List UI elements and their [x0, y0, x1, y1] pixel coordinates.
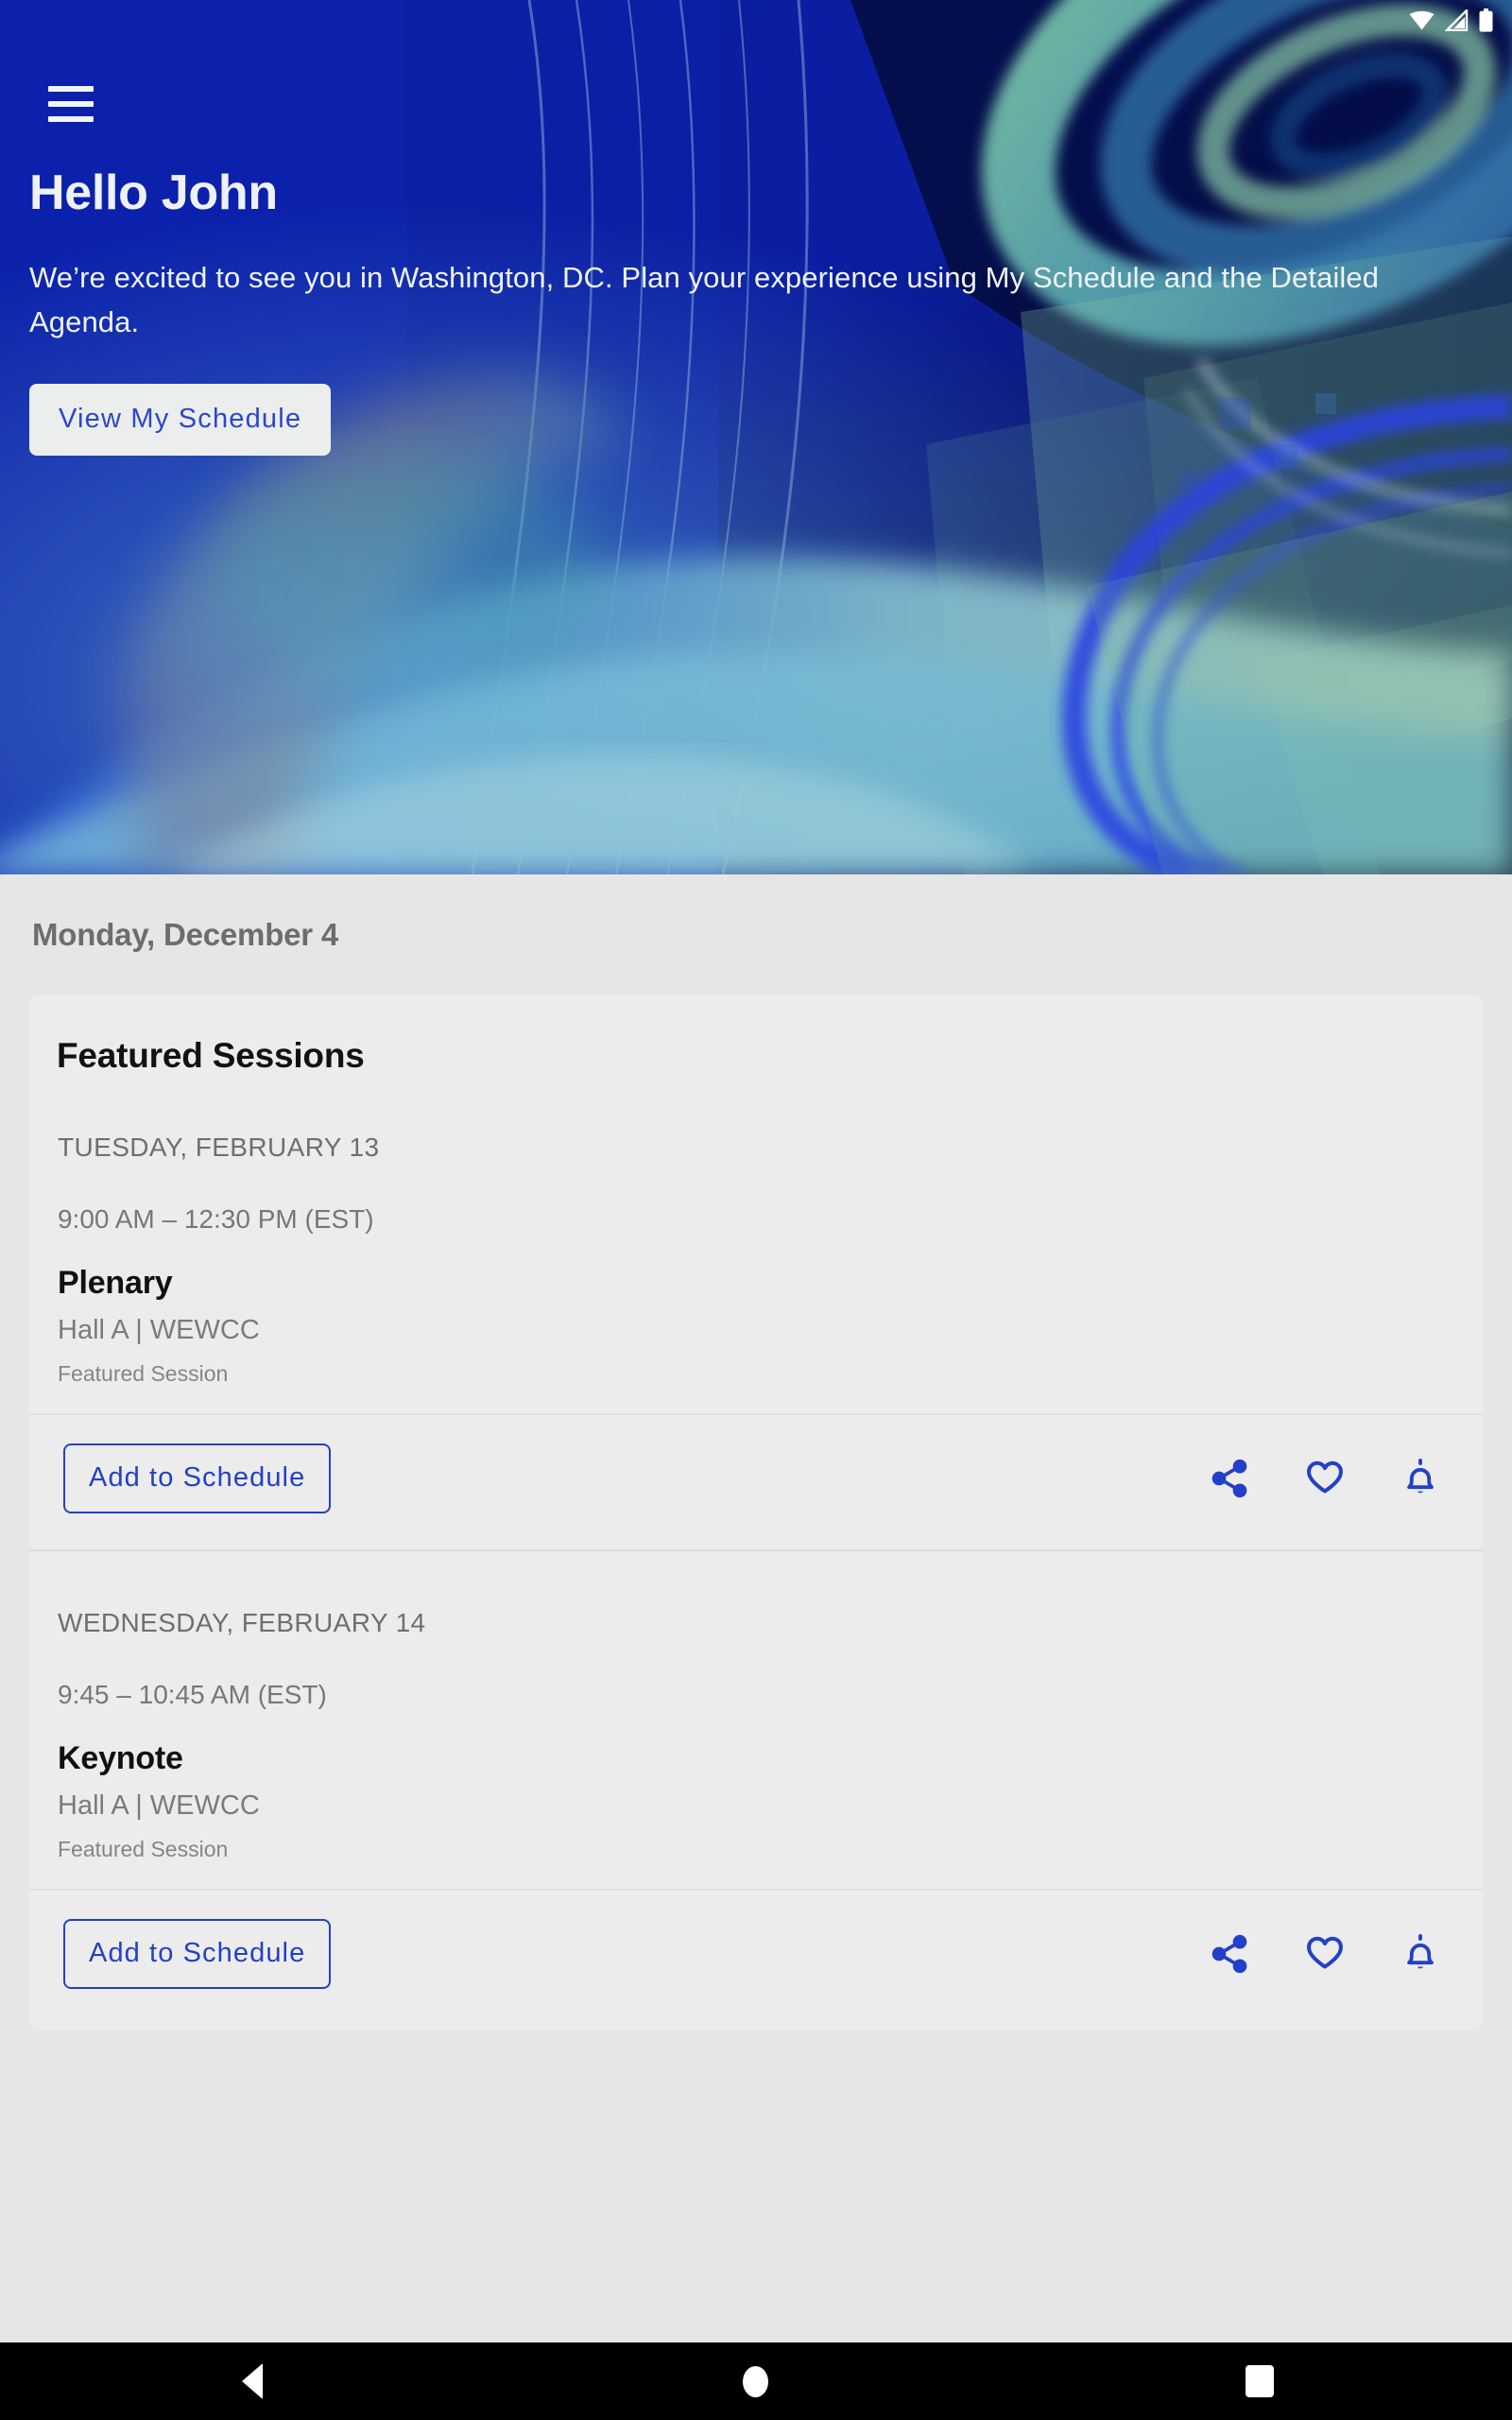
hamburger-line	[48, 116, 94, 122]
share-icon[interactable]	[1209, 1933, 1250, 1975]
main-content: Monday, December 4 Featured Sessions TUE…	[0, 874, 1512, 2342]
recents-square-icon[interactable]	[1203, 2342, 1316, 2420]
session-day-label: WEDNESDAY, FEBRUARY 14	[58, 1608, 426, 1637]
session-actions: Add to Schedule	[29, 1891, 1483, 1989]
battery-icon	[1479, 8, 1493, 32]
session-item[interactable]: TUESDAY, FEBRUARY 13 9:00 AM – 12:30 PM …	[29, 1076, 1483, 1513]
current-date-header: Monday, December 4	[32, 917, 339, 952]
hamburger-line	[48, 86, 94, 92]
session-location: Hall A | WEWCC	[58, 1790, 260, 1821]
session-name: Plenary	[58, 1265, 173, 1301]
session-name: Keynote	[58, 1740, 183, 1776]
page-title: Hello John	[29, 165, 278, 220]
bell-icon[interactable]	[1400, 1933, 1441, 1975]
heart-icon[interactable]	[1303, 1932, 1347, 1976]
wifi-icon	[1409, 10, 1435, 30]
hamburger-line	[48, 101, 94, 107]
add-to-schedule-button[interactable]: Add to Schedule	[63, 1919, 332, 1989]
add-to-schedule-button[interactable]: Add to Schedule	[63, 1443, 332, 1513]
session-action-icons	[1209, 1932, 1458, 1976]
cellular-signal-icon	[1445, 9, 1469, 31]
hero-banner: Hello John We’re excited to see you in W…	[0, 0, 1512, 874]
bell-icon[interactable]	[1400, 1458, 1441, 1499]
featured-sessions-card: Featured Sessions TUESDAY, FEBRUARY 13 9…	[29, 994, 1483, 2031]
hero-subtitle: We’re excited to see you in Washington, …	[29, 261, 1380, 338]
session-location: Hall A | WEWCC	[58, 1315, 260, 1345]
home-circle-icon[interactable]	[699, 2342, 813, 2420]
status-bar	[1228, 0, 1512, 40]
session-action-icons	[1209, 1457, 1458, 1500]
session-tag: Featured Session	[58, 1837, 229, 1861]
back-triangle-icon[interactable]	[196, 2342, 309, 2420]
android-navigation-bar	[0, 2342, 1512, 2420]
session-actions: Add to Schedule	[29, 1415, 1483, 1513]
session-item[interactable]: WEDNESDAY, FEBRUARY 14 9:45 – 10:45 AM (…	[29, 1551, 1483, 2027]
view-my-schedule-button[interactable]: View My Schedule	[29, 384, 332, 456]
app-root: Hello John We’re excited to see you in W…	[0, 0, 1512, 2420]
hamburger-menu-icon[interactable]	[48, 86, 94, 122]
session-time: 9:00 AM – 12:30 PM (EST)	[58, 1204, 374, 1234]
session-time: 9:45 – 10:45 AM (EST)	[58, 1680, 327, 1709]
heart-icon[interactable]	[1303, 1457, 1347, 1500]
card-title: Featured Sessions	[57, 1036, 365, 1075]
share-icon[interactable]	[1209, 1458, 1250, 1499]
session-tag: Featured Session	[58, 1361, 229, 1386]
session-day-label: TUESDAY, FEBRUARY 13	[58, 1132, 380, 1162]
card-bottom-spacer	[29, 1989, 1483, 2027]
